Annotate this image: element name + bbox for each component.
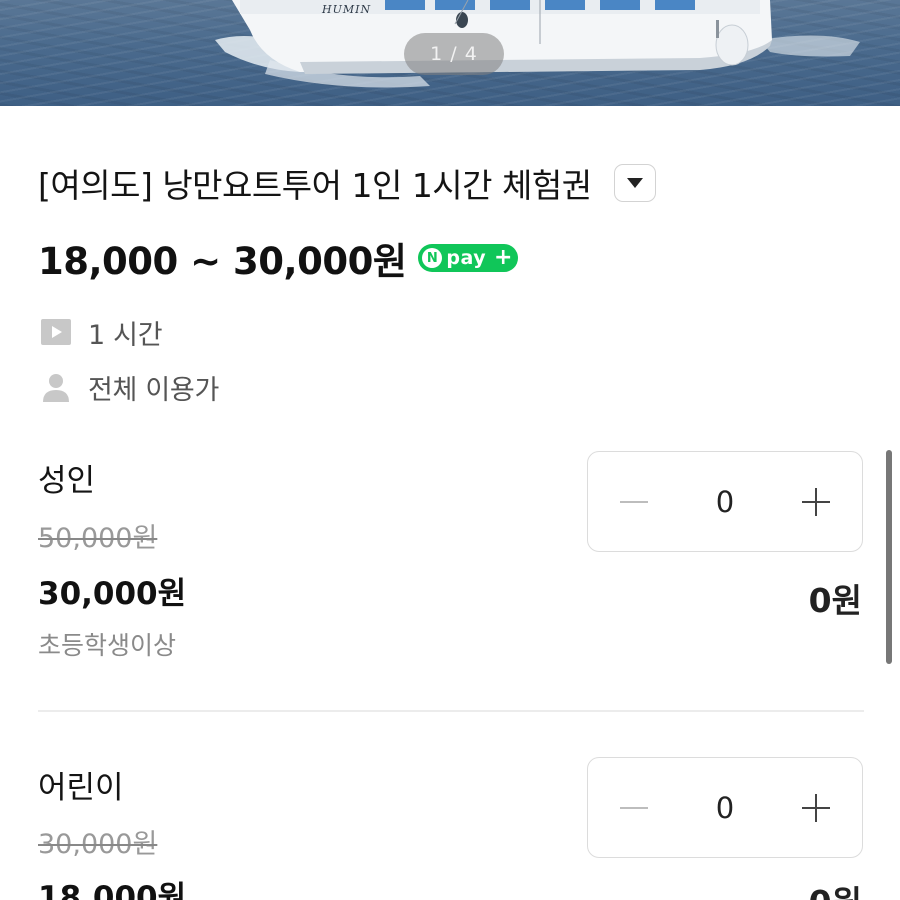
boat-name-label: HUMIN [322,3,372,16]
minus-icon [620,806,648,809]
product-title: [여의도] 낭만요트투어 1인 1시간 체험권 [38,166,592,205]
duration-text: 1 시간 [88,319,163,351]
plus-icon: + [493,245,513,270]
npay-plus-badge: N pay + [418,244,519,272]
option-sale-price: 18,000원 [38,880,187,900]
scrollbar-thumb[interactable] [886,450,892,664]
duration-info: 1 시간 [40,312,163,352]
option-sale-price: 30,000원 [38,576,187,612]
npay-n-icon: N [422,248,443,268]
product-detail-page: HUMIN 1 / 4 [여의도] 낭만요트투어 1인 1시간 체험권 18,0… [0,0,900,900]
option-original-price: 30,000원 [38,829,158,860]
option-original-price: 50,000원 [38,523,158,554]
quantity-stepper-adult: 0 [587,451,863,552]
product-image-carousel[interactable]: HUMIN 1 / 4 [0,0,900,106]
option-subtotal: 0원 [808,581,862,620]
minus-icon [620,500,648,503]
increase-button[interactable] [770,758,862,857]
npay-label: pay [446,247,487,269]
increase-button[interactable] [770,452,862,551]
audience-text: 전체 이용가 [88,374,219,406]
play-icon [40,316,72,348]
option-name-adult: 성인 [38,463,96,499]
title-dropdown-button[interactable] [613,164,656,202]
audience-info: 전체 이용가 [40,367,219,407]
option-note: 초등학생이상 [38,631,177,660]
image-page-indicator: 1 / 4 [404,33,504,75]
price-row: 18,000 ~ 30,000원 N pay + [38,232,519,284]
price-range: 18,000 ~ 30,000원 [38,240,407,283]
quantity-value: 0 [715,484,735,519]
quantity-stepper-child: 0 [587,757,863,858]
decrease-button[interactable] [588,452,680,551]
chevron-down-icon [626,178,643,188]
decrease-button[interactable] [588,758,680,857]
option-name-child: 어린이 [38,770,124,806]
product-title-row: [여의도] 낭만요트투어 1인 1시간 체험권 [38,158,798,208]
person-icon [40,371,72,403]
plus-icon-vertical [815,487,817,516]
option-divider [38,710,864,712]
option-subtotal: 0원 [809,876,862,900]
quantity-value: 0 [715,790,735,825]
plus-icon-vertical [815,793,817,822]
